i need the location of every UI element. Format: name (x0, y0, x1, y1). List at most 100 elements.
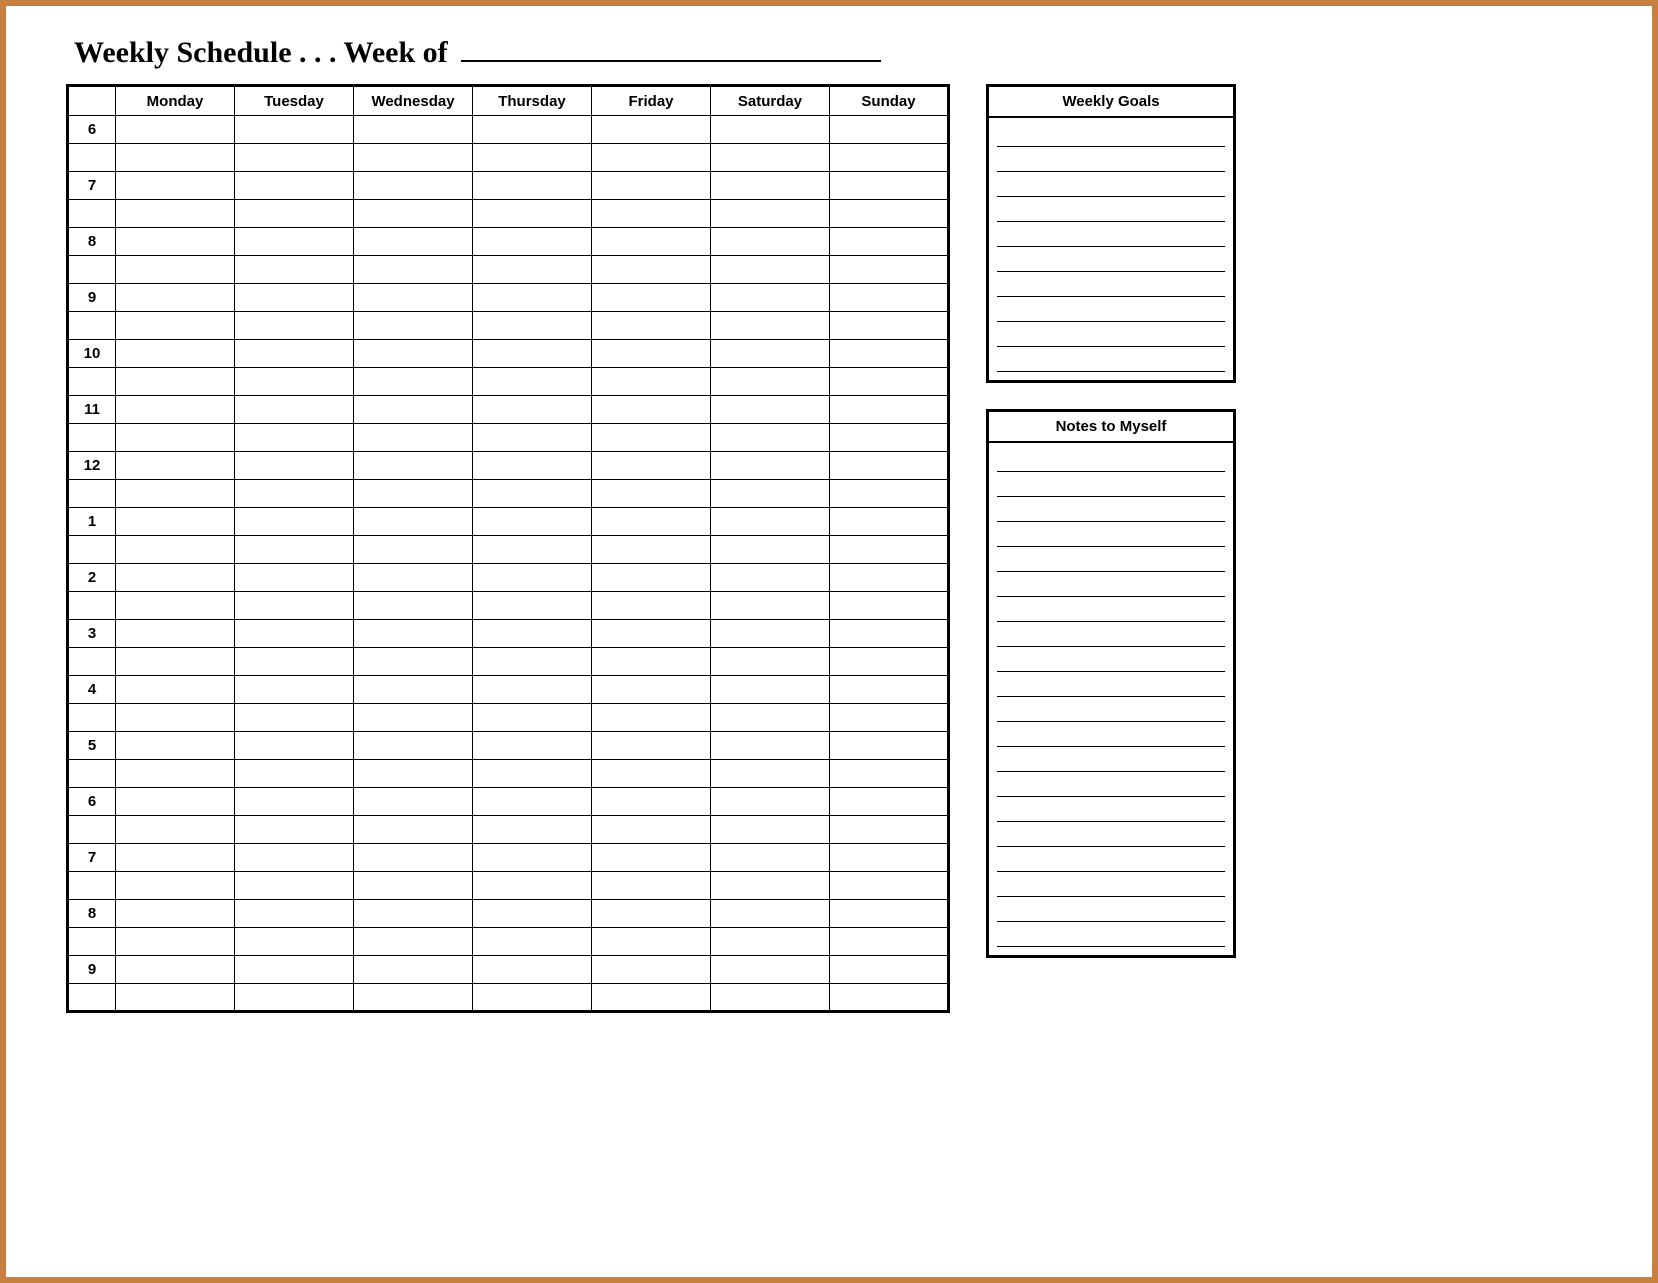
schedule-cell[interactable] (354, 508, 473, 536)
schedule-cell[interactable] (473, 592, 592, 620)
schedule-cell[interactable] (592, 648, 711, 676)
schedule-cell[interactable] (592, 984, 711, 1012)
weekly-goals-lines[interactable] (989, 118, 1233, 380)
schedule-cell[interactable] (354, 284, 473, 312)
schedule-cell[interactable] (473, 844, 592, 872)
schedule-cell[interactable] (235, 676, 354, 704)
schedule-cell[interactable] (592, 816, 711, 844)
rule-line[interactable] (997, 797, 1225, 822)
schedule-cell[interactable] (235, 760, 354, 788)
schedule-cell[interactable] (830, 452, 949, 480)
notes-lines[interactable] (989, 443, 1233, 955)
schedule-cell[interactable] (354, 900, 473, 928)
schedule-cell[interactable] (830, 872, 949, 900)
rule-line[interactable] (997, 172, 1225, 197)
schedule-cell[interactable] (354, 144, 473, 172)
schedule-cell[interactable] (592, 536, 711, 564)
rule-line[interactable] (997, 672, 1225, 697)
schedule-cell[interactable] (711, 900, 830, 928)
schedule-cell[interactable] (354, 592, 473, 620)
rule-line[interactable] (997, 897, 1225, 922)
rule-line[interactable] (997, 522, 1225, 547)
schedule-cell[interactable] (116, 536, 235, 564)
schedule-cell[interactable] (473, 900, 592, 928)
schedule-cell[interactable] (711, 676, 830, 704)
rule-line[interactable] (997, 497, 1225, 522)
schedule-cell[interactable] (354, 704, 473, 732)
schedule-cell[interactable] (711, 704, 830, 732)
schedule-cell[interactable] (711, 732, 830, 760)
schedule-cell[interactable] (354, 844, 473, 872)
schedule-cell[interactable] (473, 284, 592, 312)
schedule-cell[interactable] (592, 284, 711, 312)
rule-line[interactable] (997, 622, 1225, 647)
schedule-cell[interactable] (354, 452, 473, 480)
schedule-cell[interactable] (830, 396, 949, 424)
schedule-cell[interactable] (830, 732, 949, 760)
schedule-cell[interactable] (830, 116, 949, 144)
schedule-cell[interactable] (830, 480, 949, 508)
schedule-cell[interactable] (235, 256, 354, 284)
rule-line[interactable] (997, 447, 1225, 472)
schedule-cell[interactable] (711, 760, 830, 788)
schedule-cell[interactable] (116, 116, 235, 144)
schedule-cell[interactable] (830, 368, 949, 396)
schedule-cell[interactable] (116, 956, 235, 984)
schedule-cell[interactable] (235, 536, 354, 564)
rule-line[interactable] (997, 697, 1225, 722)
rule-line[interactable] (997, 872, 1225, 897)
rule-line[interactable] (997, 722, 1225, 747)
schedule-cell[interactable] (711, 816, 830, 844)
rule-line[interactable] (997, 922, 1225, 947)
schedule-cell[interactable] (235, 816, 354, 844)
schedule-cell[interactable] (592, 144, 711, 172)
schedule-cell[interactable] (235, 984, 354, 1012)
schedule-cell[interactable] (116, 900, 235, 928)
schedule-cell[interactable] (830, 144, 949, 172)
schedule-cell[interactable] (354, 816, 473, 844)
schedule-cell[interactable] (116, 340, 235, 368)
schedule-cell[interactable] (116, 256, 235, 284)
schedule-cell[interactable] (473, 256, 592, 284)
schedule-cell[interactable] (711, 116, 830, 144)
schedule-cell[interactable] (473, 620, 592, 648)
schedule-cell[interactable] (235, 284, 354, 312)
schedule-cell[interactable] (711, 564, 830, 592)
rule-line[interactable] (997, 547, 1225, 572)
rule-line[interactable] (997, 297, 1225, 322)
schedule-cell[interactable] (711, 984, 830, 1012)
schedule-cell[interactable] (711, 536, 830, 564)
schedule-cell[interactable] (473, 116, 592, 144)
schedule-cell[interactable] (830, 704, 949, 732)
schedule-cell[interactable] (830, 172, 949, 200)
schedule-cell[interactable] (711, 396, 830, 424)
schedule-cell[interactable] (473, 172, 592, 200)
rule-line[interactable] (997, 272, 1225, 297)
schedule-cell[interactable] (830, 508, 949, 536)
schedule-cell[interactable] (116, 424, 235, 452)
rule-line[interactable] (997, 597, 1225, 622)
schedule-cell[interactable] (473, 956, 592, 984)
schedule-cell[interactable] (473, 704, 592, 732)
schedule-cell[interactable] (354, 396, 473, 424)
schedule-cell[interactable] (116, 704, 235, 732)
schedule-cell[interactable] (116, 200, 235, 228)
schedule-cell[interactable] (830, 564, 949, 592)
schedule-cell[interactable] (711, 592, 830, 620)
schedule-cell[interactable] (592, 564, 711, 592)
schedule-cell[interactable] (354, 760, 473, 788)
schedule-cell[interactable] (116, 284, 235, 312)
schedule-cell[interactable] (116, 508, 235, 536)
schedule-cell[interactable] (116, 872, 235, 900)
schedule-cell[interactable] (592, 312, 711, 340)
schedule-cell[interactable] (235, 928, 354, 956)
schedule-cell[interactable] (354, 256, 473, 284)
schedule-cell[interactable] (830, 900, 949, 928)
schedule-cell[interactable] (592, 172, 711, 200)
rule-line[interactable] (997, 847, 1225, 872)
schedule-cell[interactable] (830, 592, 949, 620)
schedule-cell[interactable] (830, 200, 949, 228)
schedule-cell[interactable] (711, 452, 830, 480)
rule-line[interactable] (997, 472, 1225, 497)
schedule-cell[interactable] (711, 788, 830, 816)
